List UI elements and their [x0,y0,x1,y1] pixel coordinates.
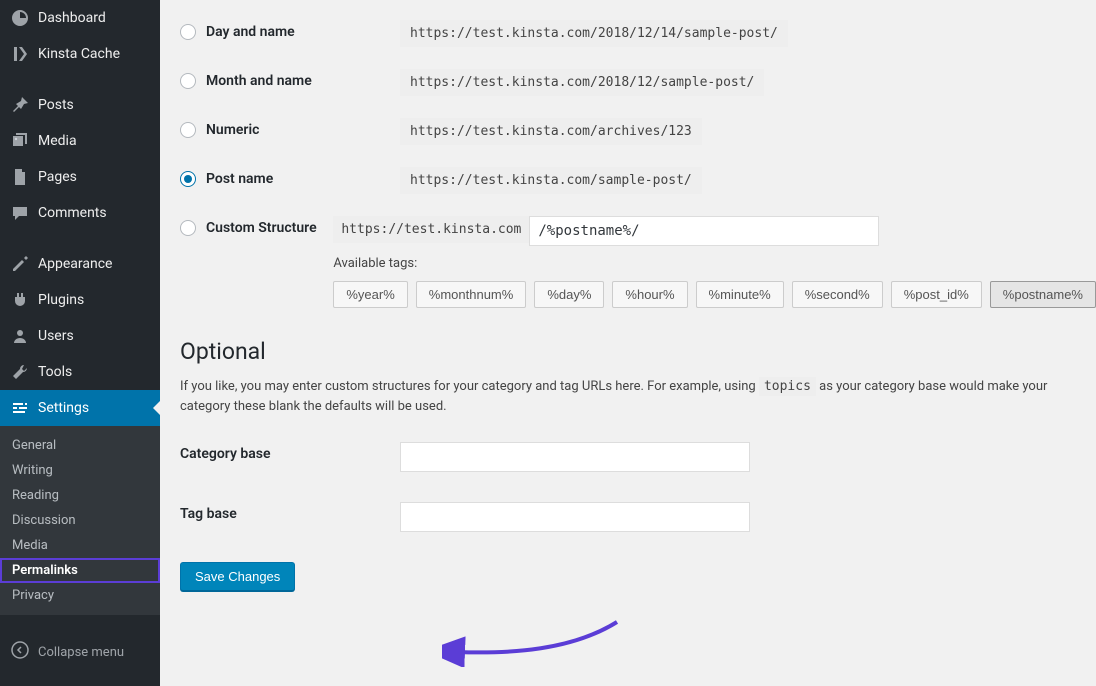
collapse-label: Collapse menu [38,645,124,660]
submenu-item-media[interactable]: Media [0,533,160,558]
media-icon [10,131,30,151]
sidebar-item-comments[interactable]: Comments [0,195,160,231]
radio-label-custom[interactable]: Custom Structure [180,220,333,236]
tag-base-row: Tag base [180,502,1096,532]
radio-label-month-name[interactable]: Month and name [180,73,400,89]
sidebar-item-label: Kinsta Cache [38,46,120,62]
example-url: https://test.kinsta.com/sample-post/ [400,167,702,194]
tag-post-id[interactable]: %post_id% [891,281,982,308]
sidebar-item-posts[interactable]: Posts [0,87,160,123]
permalink-option-month-name: Month and name https://test.kinsta.com/2… [180,69,1096,96]
option-label: Post name [206,171,273,187]
example-url: https://test.kinsta.com/2018/12/14/sampl… [400,20,788,47]
sidebar-item-label: Settings [38,400,89,416]
tag-minute[interactable]: %minute% [696,281,784,308]
submenu-item-general[interactable]: General [0,433,160,458]
sidebar-item-appearance[interactable]: Appearance [0,246,160,282]
kinsta-icon [10,44,30,64]
option-label: Numeric [206,122,259,138]
radio-label-numeric[interactable]: Numeric [180,122,400,138]
submenu-item-permalinks[interactable]: Permalinks [0,558,160,583]
radio-day-name[interactable] [180,24,196,40]
tag-base-label: Tag base [180,502,400,522]
sidebar-item-label: Users [38,328,74,344]
radio-label-day-name[interactable]: Day and name [180,24,400,40]
sidebar-item-label: Pages [38,169,77,185]
sidebar-item-kinsta-cache[interactable]: Kinsta Cache [0,36,160,72]
settings-icon [10,398,30,418]
category-base-row: Category base [180,442,1096,472]
sidebar-item-label: Comments [38,205,107,221]
submenu-item-discussion[interactable]: Discussion [0,508,160,533]
tag-hour[interactable]: %hour% [612,281,687,308]
available-tags-label: Available tags: [333,256,1096,271]
tag-monthnum[interactable]: %monthnum% [416,281,527,308]
permalink-option-custom: Custom Structure https://test.kinsta.com… [180,216,1096,308]
admin-sidebar: Dashboard Kinsta Cache Posts Media Pages… [0,0,160,686]
tools-icon [10,362,30,382]
plugins-icon [10,290,30,310]
tag-base-input[interactable] [400,502,750,532]
example-url: https://test.kinsta.com/2018/12/sample-p… [400,69,764,96]
example-url: https://test.kinsta.com/archives/123 [400,118,702,145]
radio-label-post-name[interactable]: Post name [180,171,400,187]
available-tags: %year% %monthnum% %day% %hour% %minute% … [333,281,1096,308]
appearance-icon [10,254,30,274]
tag-second[interactable]: %second% [792,281,883,308]
dashboard-icon [10,8,30,28]
option-label: Day and name [206,24,295,40]
permalink-option-post-name: Post name https://test.kinsta.com/sample… [180,167,1096,194]
custom-structure-input[interactable] [529,216,879,246]
category-base-input[interactable] [400,442,750,472]
main-content: Day and name https://test.kinsta.com/201… [160,0,1096,686]
permalink-option-day-name: Day and name https://test.kinsta.com/201… [180,20,1096,47]
optional-heading: Optional [180,338,1096,365]
collapse-icon [10,640,30,664]
sidebar-item-label: Dashboard [38,10,106,26]
category-base-label: Category base [180,442,400,462]
option-label: Custom Structure [206,220,317,236]
submenu-item-privacy[interactable]: Privacy [0,583,160,608]
sidebar-item-label: Media [38,133,77,149]
radio-custom[interactable] [180,220,196,236]
sidebar-item-tools[interactable]: Tools [0,354,160,390]
tag-year[interactable]: %year% [333,281,407,308]
pin-icon [10,95,30,115]
permalink-option-numeric: Numeric https://test.kinsta.com/archives… [180,118,1096,145]
save-changes-button[interactable]: Save Changes [180,562,295,591]
annotation-arrow-icon [442,612,622,667]
tag-postname[interactable]: %postname% [990,281,1096,308]
sidebar-item-dashboard[interactable]: Dashboard [0,0,160,36]
option-label: Month and name [206,73,312,89]
submenu-item-writing[interactable]: Writing [0,458,160,483]
pages-icon [10,167,30,187]
comments-icon [10,203,30,223]
settings-submenu: General Writing Reading Discussion Media… [0,426,160,615]
collapse-menu[interactable]: Collapse menu [0,632,160,672]
sidebar-item-settings[interactable]: Settings [0,390,160,426]
radio-post-name[interactable] [180,171,196,187]
sidebar-item-pages[interactable]: Pages [0,159,160,195]
sidebar-item-media[interactable]: Media [0,123,160,159]
radio-month-name[interactable] [180,73,196,89]
users-icon [10,326,30,346]
tag-day[interactable]: %day% [534,281,604,308]
sidebar-item-plugins[interactable]: Plugins [0,282,160,318]
custom-url-prefix: https://test.kinsta.com [333,216,529,243]
sidebar-item-label: Plugins [38,292,84,308]
submenu-item-reading[interactable]: Reading [0,483,160,508]
optional-description: If you like, you may enter custom struct… [180,377,1096,416]
sidebar-item-users[interactable]: Users [0,318,160,354]
sidebar-item-label: Appearance [38,256,112,272]
radio-numeric[interactable] [180,122,196,138]
sidebar-item-label: Posts [38,97,74,113]
sidebar-item-label: Tools [38,364,72,380]
